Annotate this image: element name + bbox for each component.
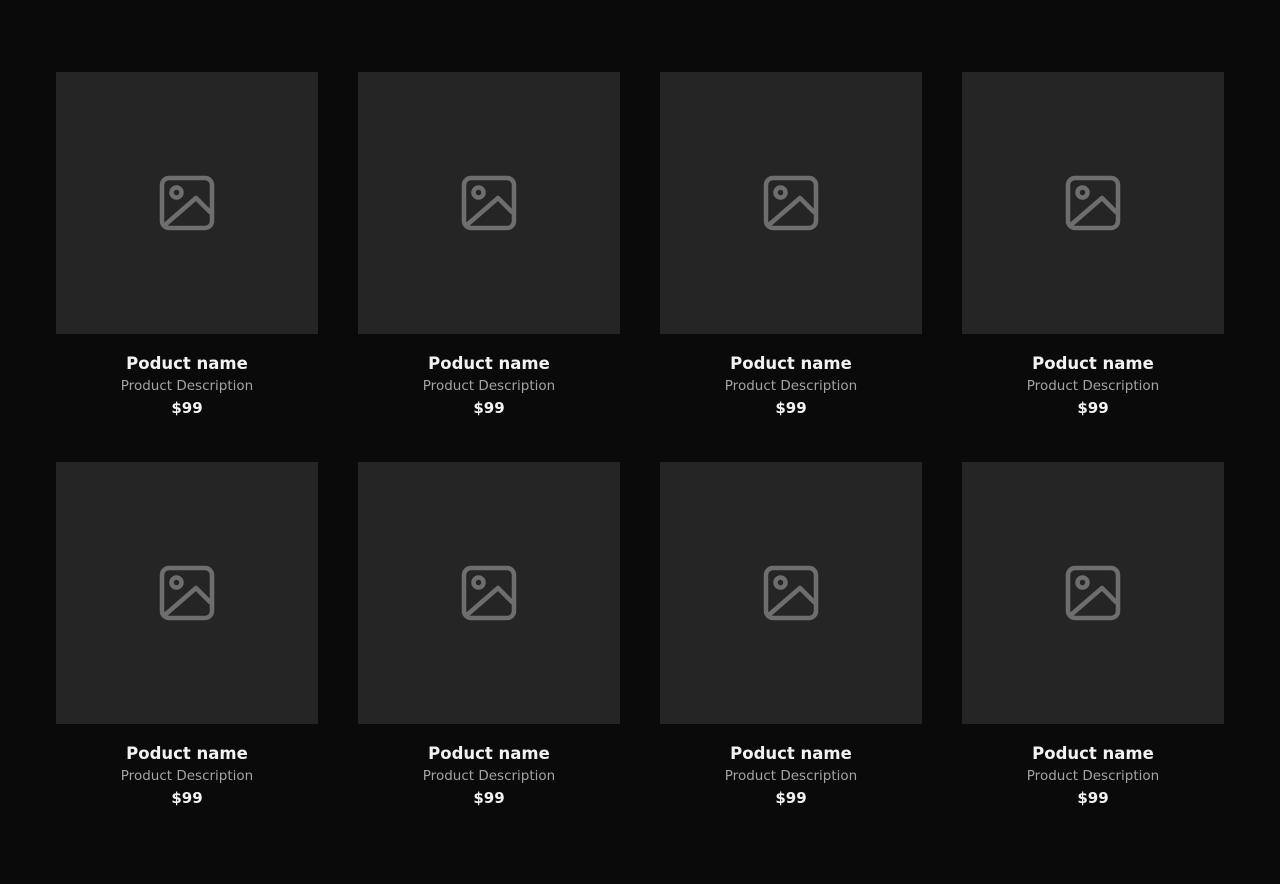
product-image-placeholder[interactable] (358, 72, 620, 334)
product-image-placeholder[interactable] (56, 462, 318, 724)
image-placeholder-icon (1065, 175, 1121, 231)
product-info: Poduct name Product Description $99 (660, 334, 922, 419)
product-name[interactable]: Poduct name (660, 743, 922, 765)
product-image-placeholder[interactable] (962, 72, 1224, 334)
product-info: Poduct name Product Description $99 (962, 334, 1224, 419)
product-description: Product Description (1026, 768, 1160, 784)
product-name[interactable]: Poduct name (358, 353, 620, 375)
product-image-placeholder[interactable] (962, 462, 1224, 724)
product-description: Product Description (120, 768, 254, 784)
product-price: $99 (171, 399, 203, 417)
product-description: Product Description (724, 378, 858, 394)
product-description: Product Description (422, 378, 556, 394)
product-image-placeholder[interactable] (358, 462, 620, 724)
product-description: Product Description (724, 768, 858, 784)
image-placeholder-icon (1065, 565, 1121, 621)
product-info: Poduct name Product Description $99 (56, 724, 318, 809)
product-info: Poduct name Product Description $99 (56, 334, 318, 419)
product-card[interactable]: Poduct name Product Description $99 (660, 462, 922, 807)
image-placeholder-icon (763, 565, 819, 621)
image-placeholder-icon (461, 175, 517, 231)
product-price: $99 (473, 399, 505, 417)
image-placeholder-icon (159, 175, 215, 231)
product-name[interactable]: Poduct name (962, 743, 1224, 765)
product-image-placeholder[interactable] (660, 72, 922, 334)
product-card[interactable]: Poduct name Product Description $99 (660, 72, 922, 417)
product-info: Poduct name Product Description $99 (358, 334, 620, 419)
image-placeholder-icon (763, 175, 819, 231)
product-price: $99 (473, 789, 505, 807)
product-grid: Poduct name Product Description $99 Podu… (56, 72, 1224, 807)
product-description: Product Description (1026, 378, 1160, 394)
product-price: $99 (1077, 789, 1109, 807)
product-card[interactable]: Poduct name Product Description $99 (962, 72, 1224, 417)
product-card[interactable]: Poduct name Product Description $99 (358, 462, 620, 807)
product-card[interactable]: Poduct name Product Description $99 (56, 72, 318, 417)
product-card[interactable]: Poduct name Product Description $99 (358, 72, 620, 417)
product-price: $99 (171, 789, 203, 807)
product-price: $99 (775, 399, 807, 417)
product-description: Product Description (422, 768, 556, 784)
product-card[interactable]: Poduct name Product Description $99 (56, 462, 318, 807)
image-placeholder-icon (461, 565, 517, 621)
product-info: Poduct name Product Description $99 (962, 724, 1224, 809)
product-price: $99 (775, 789, 807, 807)
product-name[interactable]: Poduct name (56, 353, 318, 375)
product-info: Poduct name Product Description $99 (358, 724, 620, 809)
product-card[interactable]: Poduct name Product Description $99 (962, 462, 1224, 807)
product-name[interactable]: Poduct name (56, 743, 318, 765)
product-price: $99 (1077, 399, 1109, 417)
product-name[interactable]: Poduct name (962, 353, 1224, 375)
image-placeholder-icon (159, 565, 215, 621)
product-name[interactable]: Poduct name (660, 353, 922, 375)
product-name[interactable]: Poduct name (358, 743, 620, 765)
product-description: Product Description (120, 378, 254, 394)
product-info: Poduct name Product Description $99 (660, 724, 922, 809)
product-image-placeholder[interactable] (660, 462, 922, 724)
product-image-placeholder[interactable] (56, 72, 318, 334)
